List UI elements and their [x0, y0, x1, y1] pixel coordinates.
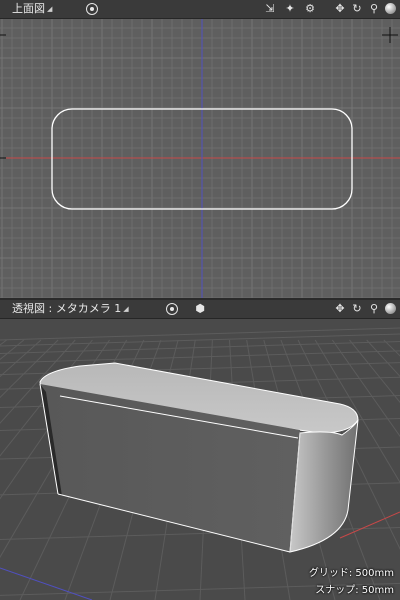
perspective-toolbar: 透視図 : メタカメラ 1 ◢ ⬢ ✥ ↻ ⚲ — [0, 300, 400, 319]
zoom-icon[interactable]: ⚲ — [367, 2, 381, 16]
pan-icon[interactable]: ✥ — [333, 2, 347, 16]
pan-icon[interactable]: ✥ — [333, 302, 347, 316]
target-icon[interactable] — [166, 302, 178, 315]
dropdown-arrow-icon: ◢ — [123, 305, 129, 313]
cube-icon[interactable]: ⬢ — [193, 302, 207, 316]
light-icon[interactable]: ✦ — [283, 2, 297, 16]
perspective-view-pane[interactable]: 透視図 : メタカメラ 1 ◢ ⬢ ✥ ↻ ⚲ グリッド: 500mm スナップ:… — [0, 300, 400, 600]
camera-selector[interactable]: 透視図 : メタカメラ 1 ◢ — [12, 300, 129, 318]
top-view-toolbar: 上面図 ◢ ⇲ ✦ ⚙ ✥ ↻ ⚲ — [0, 0, 400, 19]
x-axis-line — [339, 511, 400, 539]
grid-size-label: グリッド: 500mm — [308, 568, 394, 579]
top-view-pane[interactable]: 上面図 ◢ ⇲ ✦ ⚙ ✥ ↻ ⚲ — [0, 0, 400, 298]
box-end-face — [289, 419, 359, 553]
view-title: 透視図 : メタカメラ 1 — [12, 302, 122, 315]
rotate-icon[interactable]: ↻ — [350, 302, 364, 316]
snap-size-label: スナップ: 50mm — [315, 585, 394, 596]
target-icon[interactable] — [86, 2, 98, 15]
zoom-icon[interactable]: ⚲ — [367, 302, 381, 316]
gear-icon[interactable]: ⚙ — [303, 2, 317, 16]
view-selector[interactable]: 上面図 ◢ — [12, 0, 52, 18]
sphere-icon[interactable] — [385, 3, 396, 14]
sphere-icon[interactable] — [385, 303, 396, 314]
rotate-icon[interactable]: ↻ — [350, 2, 364, 16]
box-3d-model — [39, 362, 359, 553]
axis-move-icon[interactable]: ⇲ — [263, 2, 277, 16]
dropdown-arrow-icon: ◢ — [47, 5, 53, 13]
top-view-canvas[interactable] — [0, 0, 400, 298]
perspective-canvas[interactable] — [0, 300, 400, 600]
view-title: 上面図 — [12, 2, 45, 15]
